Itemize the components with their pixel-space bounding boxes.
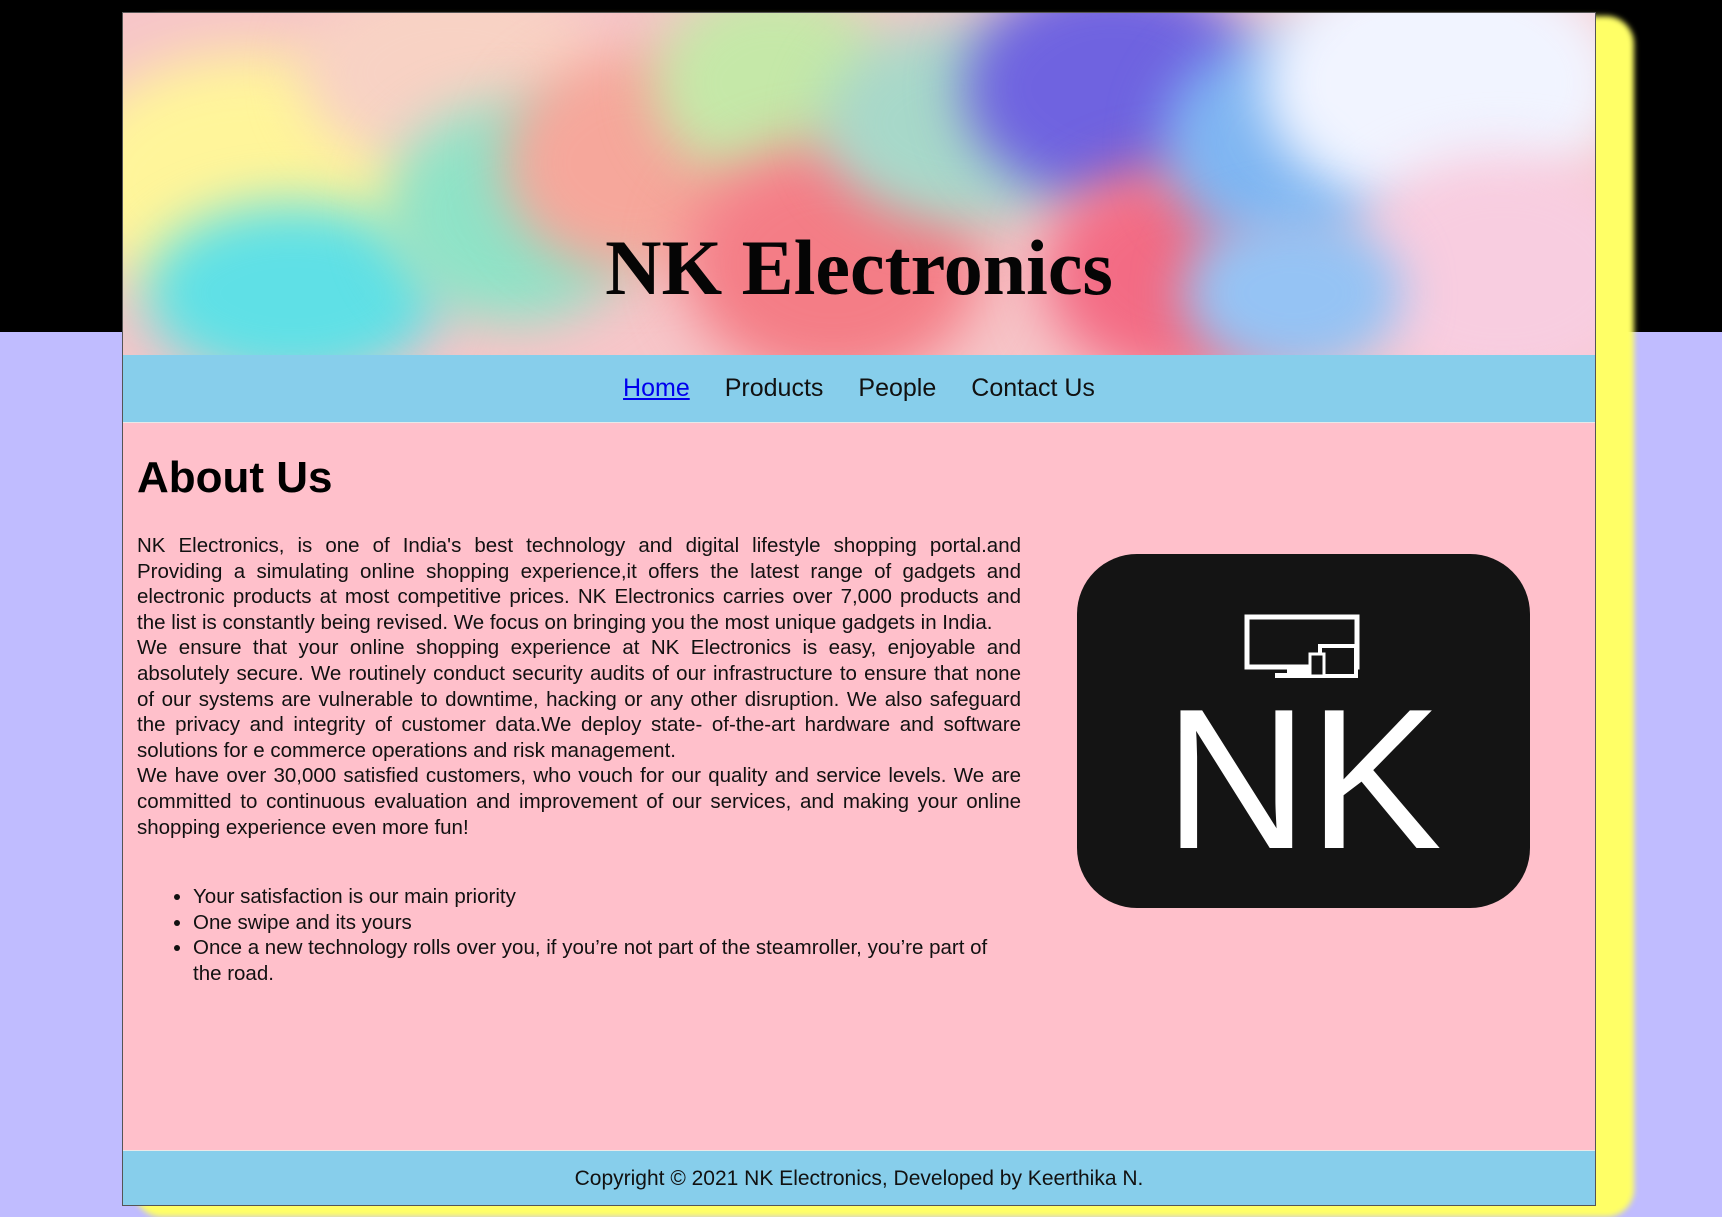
devices-icon: NK — [1164, 614, 1442, 891]
main-content: About Us NK Electronics, is one of India… — [123, 423, 1595, 1150]
page-container: NK Electronics Home Products People Cont… — [122, 12, 1596, 1206]
copyright-text: Copyright © 2021 NK Electronics, Develop… — [574, 1167, 1144, 1190]
about-paragraph: We have over 30,000 satisfied customers,… — [137, 764, 1021, 839]
list-item: One swipe and its yours — [193, 910, 1021, 936]
brand-logo: NK — [1077, 554, 1530, 908]
nav-products-link[interactable]: Products — [725, 374, 824, 403]
list-item: Once a new technology rolls over you, if… — [193, 935, 1021, 986]
nav-people-link[interactable]: People — [858, 374, 936, 403]
feature-list: Your satisfaction is our main priority O… — [193, 884, 1021, 986]
page-title: About Us — [137, 453, 333, 502]
list-item: Your satisfaction is our main priority — [193, 884, 1021, 910]
nav-home-link[interactable]: Home — [623, 374, 690, 403]
nav-contact-link[interactable]: Contact Us — [971, 374, 1095, 403]
logo-text: NK — [1164, 668, 1442, 891]
site-title: NK Electronics — [605, 224, 1113, 311]
header-banner: NK Electronics — [123, 13, 1595, 355]
about-text: NK Electronics, is one of India's best t… — [137, 533, 1021, 840]
about-paragraph: NK Electronics, is one of India's best t… — [137, 534, 1021, 634]
main-nav: Home Products People Contact Us — [123, 355, 1595, 423]
about-paragraph: We ensure that your online shopping expe… — [137, 636, 1021, 762]
footer: Copyright © 2021 NK Electronics, Develop… — [123, 1150, 1595, 1205]
